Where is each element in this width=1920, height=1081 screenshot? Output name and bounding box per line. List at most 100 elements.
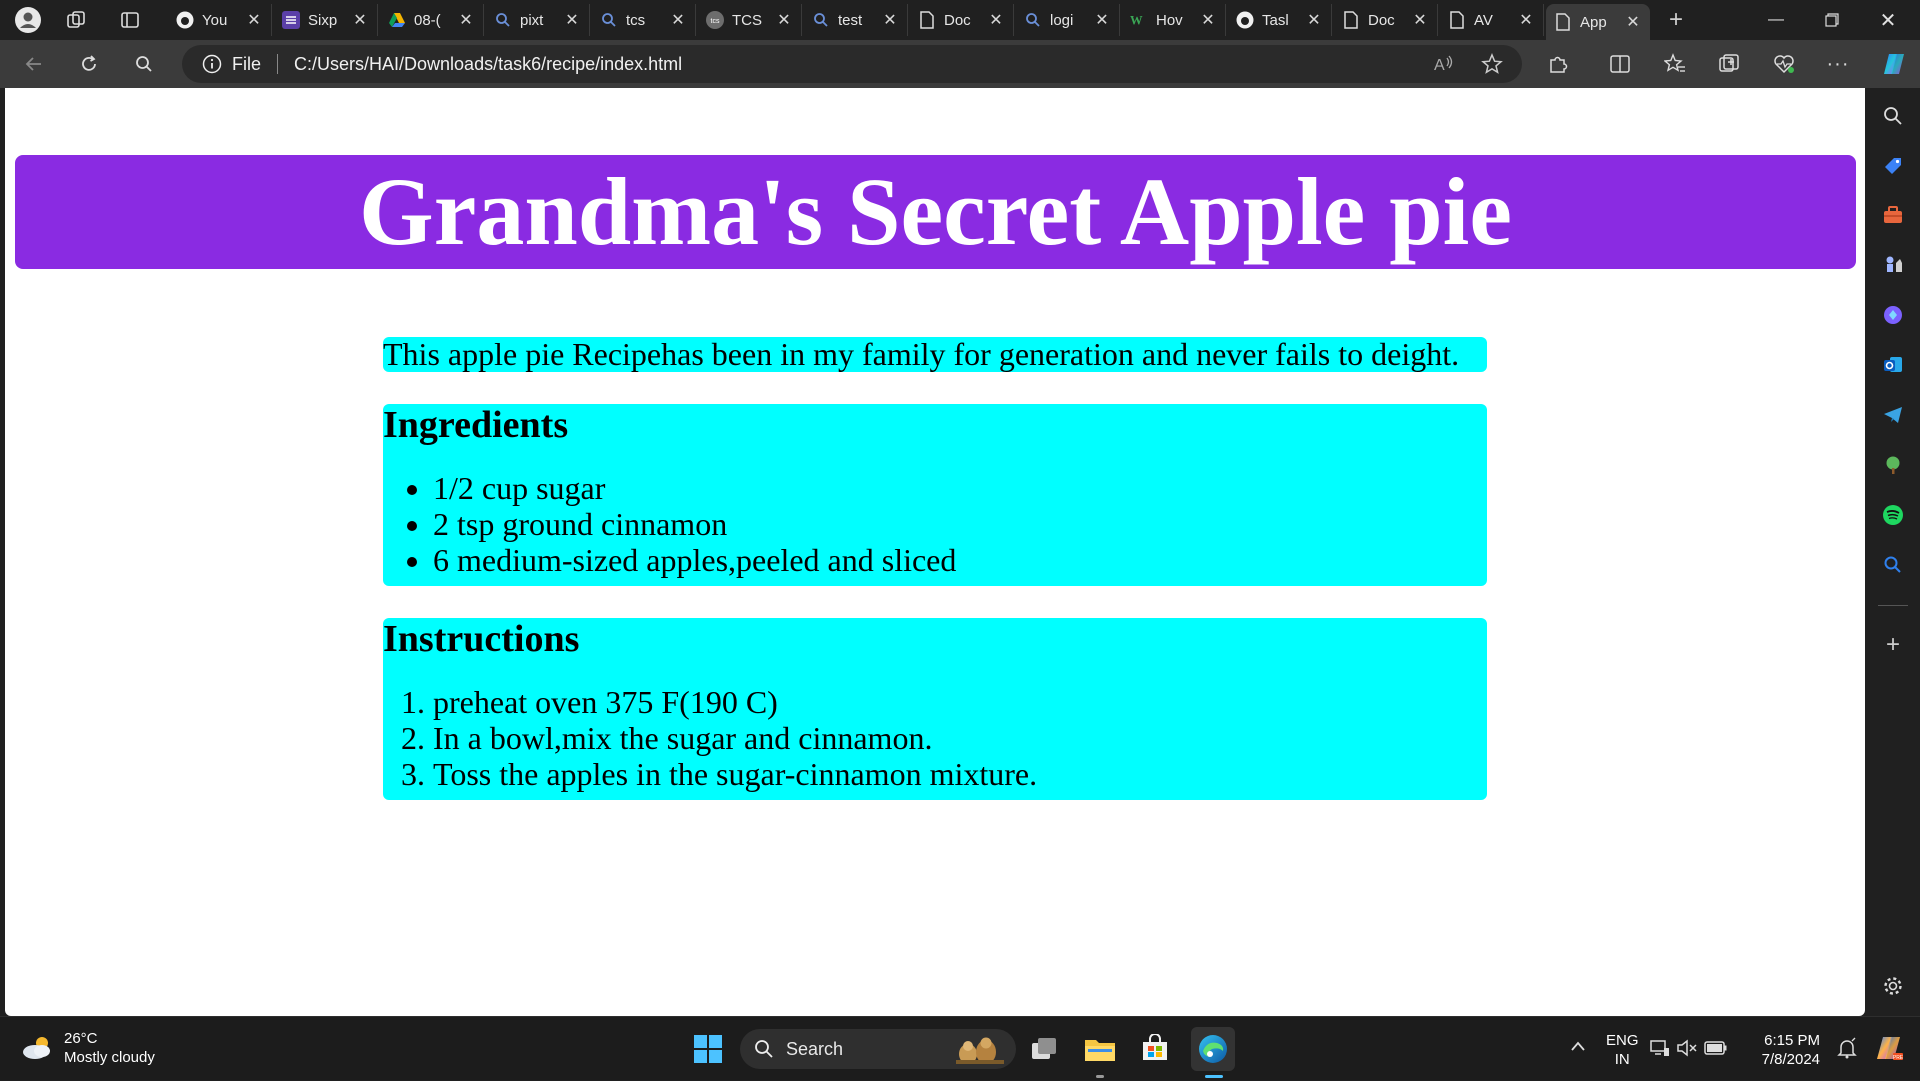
search-icon[interactable] [1879, 102, 1907, 130]
drive-icon [388, 11, 406, 29]
close-tab-icon[interactable]: ✕ [1517, 10, 1535, 30]
page-icon [1448, 11, 1466, 29]
bing-search-icon[interactable] [1879, 551, 1907, 579]
favorite-star-icon[interactable] [1476, 48, 1508, 80]
workspaces-icon[interactable] [62, 6, 90, 34]
address-bar[interactable]: File C:/Users/HAI/Downloads/task6/recipe… [182, 45, 1522, 83]
new-tab-icon[interactable]: + [1662, 6, 1690, 34]
search-icon [812, 11, 830, 29]
browser-tab[interactable]: tcs TCS ✕ [698, 4, 802, 36]
more-options-icon[interactable]: ··· [1822, 48, 1854, 80]
telegram-icon[interactable] [1879, 401, 1907, 429]
browser-tab[interactable]: pixt ✕ [486, 4, 590, 36]
notifications-bell-icon[interactable] [1836, 1037, 1858, 1063]
settings-gear-icon[interactable] [1879, 972, 1907, 1000]
list-item: In a bowl,mix the sugar and cinnamon. [433, 720, 1487, 756]
tools-briefcase-icon[interactable] [1879, 201, 1907, 229]
clock-time: 6:15 PM [1764, 1032, 1820, 1049]
copilot-icon[interactable] [1878, 48, 1910, 80]
windows-taskbar: 26°C Mostly cloudy Search ENG IN 6:15 PM… [0, 1016, 1920, 1080]
search-label: Search [786, 1038, 844, 1059]
browser-tab[interactable]: tcs ✕ [592, 4, 696, 36]
svg-text:tcs: tcs [711, 18, 720, 25]
weather-widget[interactable]: 26°C Mostly cloudy [20, 1029, 155, 1067]
close-tab-icon[interactable]: ✕ [1199, 10, 1217, 30]
close-tab-icon[interactable]: ✕ [881, 10, 899, 30]
close-window-icon[interactable]: ✕ [1860, 0, 1916, 40]
volume-muted-icon [1677, 1039, 1697, 1057]
restore-icon[interactable] [1804, 0, 1860, 40]
extensions-icon[interactable] [1542, 48, 1574, 80]
search-icon [1024, 11, 1042, 29]
close-tab-icon[interactable]: ✕ [669, 10, 687, 30]
taskbar-search[interactable]: Search [740, 1029, 1016, 1069]
tab-strip: You ✕ Sixp ✕ 08-(✕ pixt ✕ tcs ✕ tcs TCS ✕ tes… [0, 0, 1920, 40]
start-windows-icon[interactable] [689, 1030, 727, 1068]
close-tab-icon[interactable]: ✕ [987, 10, 1005, 30]
games-chess-icon[interactable] [1879, 251, 1907, 279]
read-aloud-icon[interactable]: A [1428, 48, 1460, 80]
browser-tab[interactable]: Sixp ✕ [274, 4, 378, 36]
edge-browser-icon[interactable] [1191, 1027, 1235, 1071]
language-code: ENG [1606, 1032, 1639, 1049]
copilot-designer-icon[interactable] [1879, 301, 1907, 329]
info-icon[interactable] [202, 54, 222, 74]
browser-tab[interactable]: 08-(✕ [380, 4, 484, 36]
vertical-tabs-icon[interactable] [116, 6, 144, 34]
active-app-indicator [1205, 1075, 1223, 1078]
close-tab-icon[interactable]: ✕ [1624, 12, 1642, 32]
network-icon [1650, 1040, 1669, 1056]
collections-icon[interactable] [1713, 48, 1745, 80]
split-screen-icon[interactable] [1604, 48, 1636, 80]
clock[interactable]: 6:15 PM 7/8/2024 [1740, 1031, 1820, 1069]
browser-tab[interactable]: Doc ✕ [1334, 4, 1438, 36]
tree-icon[interactable] [1879, 451, 1907, 479]
back-icon[interactable] [18, 48, 50, 80]
shopping-tag-icon[interactable] [1879, 152, 1907, 180]
profile-icon[interactable] [14, 6, 42, 34]
svg-text:PRE: PRE [1893, 1055, 1904, 1061]
quick-settings[interactable] [1650, 1039, 1728, 1057]
browser-tab[interactable]: You ✕ [168, 4, 272, 36]
search-icon [494, 11, 512, 29]
page-icon [1554, 13, 1572, 31]
browser-tab[interactable]: Tasl ✕ [1228, 4, 1332, 36]
search-icon [600, 11, 618, 29]
browser-tab[interactable]: Doc ✕ [910, 4, 1014, 36]
outlook-icon[interactable] [1879, 351, 1907, 379]
browser-essentials-icon[interactable] [1768, 48, 1800, 80]
close-tab-icon[interactable]: ✕ [1093, 10, 1111, 30]
close-tab-icon[interactable]: ✕ [351, 10, 369, 30]
spotify-icon[interactable] [1879, 501, 1907, 529]
battery-icon [1704, 1041, 1727, 1055]
address-separator [277, 54, 279, 74]
search-icon[interactable] [128, 48, 160, 80]
close-tab-icon[interactable]: ✕ [775, 10, 793, 30]
microsoft-store-icon[interactable] [1136, 1030, 1174, 1068]
scheme-label[interactable]: File [232, 54, 261, 75]
url-text[interactable]: C:/Users/HAI/Downloads/task6/recipe/inde… [294, 54, 682, 75]
browser-tab[interactable]: W Hov ✕ [1122, 4, 1226, 36]
instructions-list: preheat oven 375 F(190 C) In a bowl,mix … [383, 684, 1487, 792]
ingredients-list: 1/2 cup sugar 2 tsp ground cinnamon 6 me… [383, 470, 1487, 578]
copilot-taskbar-icon[interactable]: PRE [1874, 1033, 1904, 1067]
minimize-icon[interactable]: — [1748, 0, 1804, 40]
browser-tab[interactable]: AV ✕ [1440, 4, 1544, 36]
refresh-icon[interactable] [73, 48, 105, 80]
cloudy-weather-icon [23, 1037, 50, 1059]
close-tab-icon[interactable]: ✕ [245, 10, 263, 30]
file-explorer-icon[interactable] [1081, 1030, 1119, 1068]
add-icon[interactable]: + [1879, 631, 1907, 659]
browser-tab[interactable]: test ✕ [804, 4, 908, 36]
close-tab-icon[interactable]: ✕ [563, 10, 581, 30]
close-tab-icon[interactable]: ✕ [457, 10, 475, 30]
browser-tab[interactable]: logi ✕ [1016, 4, 1120, 36]
favorites-icon[interactable] [1659, 48, 1691, 80]
language-indicator[interactable]: ENG IN [1606, 1031, 1639, 1069]
close-tab-icon[interactable]: ✕ [1305, 10, 1323, 30]
close-tab-icon[interactable]: ✕ [1411, 10, 1429, 30]
task-view-icon[interactable] [1026, 1030, 1064, 1068]
browser-tab-active[interactable]: App ✕ [1546, 4, 1650, 40]
chevron-up-icon[interactable] [1570, 1039, 1586, 1057]
search-icon [755, 1040, 773, 1058]
